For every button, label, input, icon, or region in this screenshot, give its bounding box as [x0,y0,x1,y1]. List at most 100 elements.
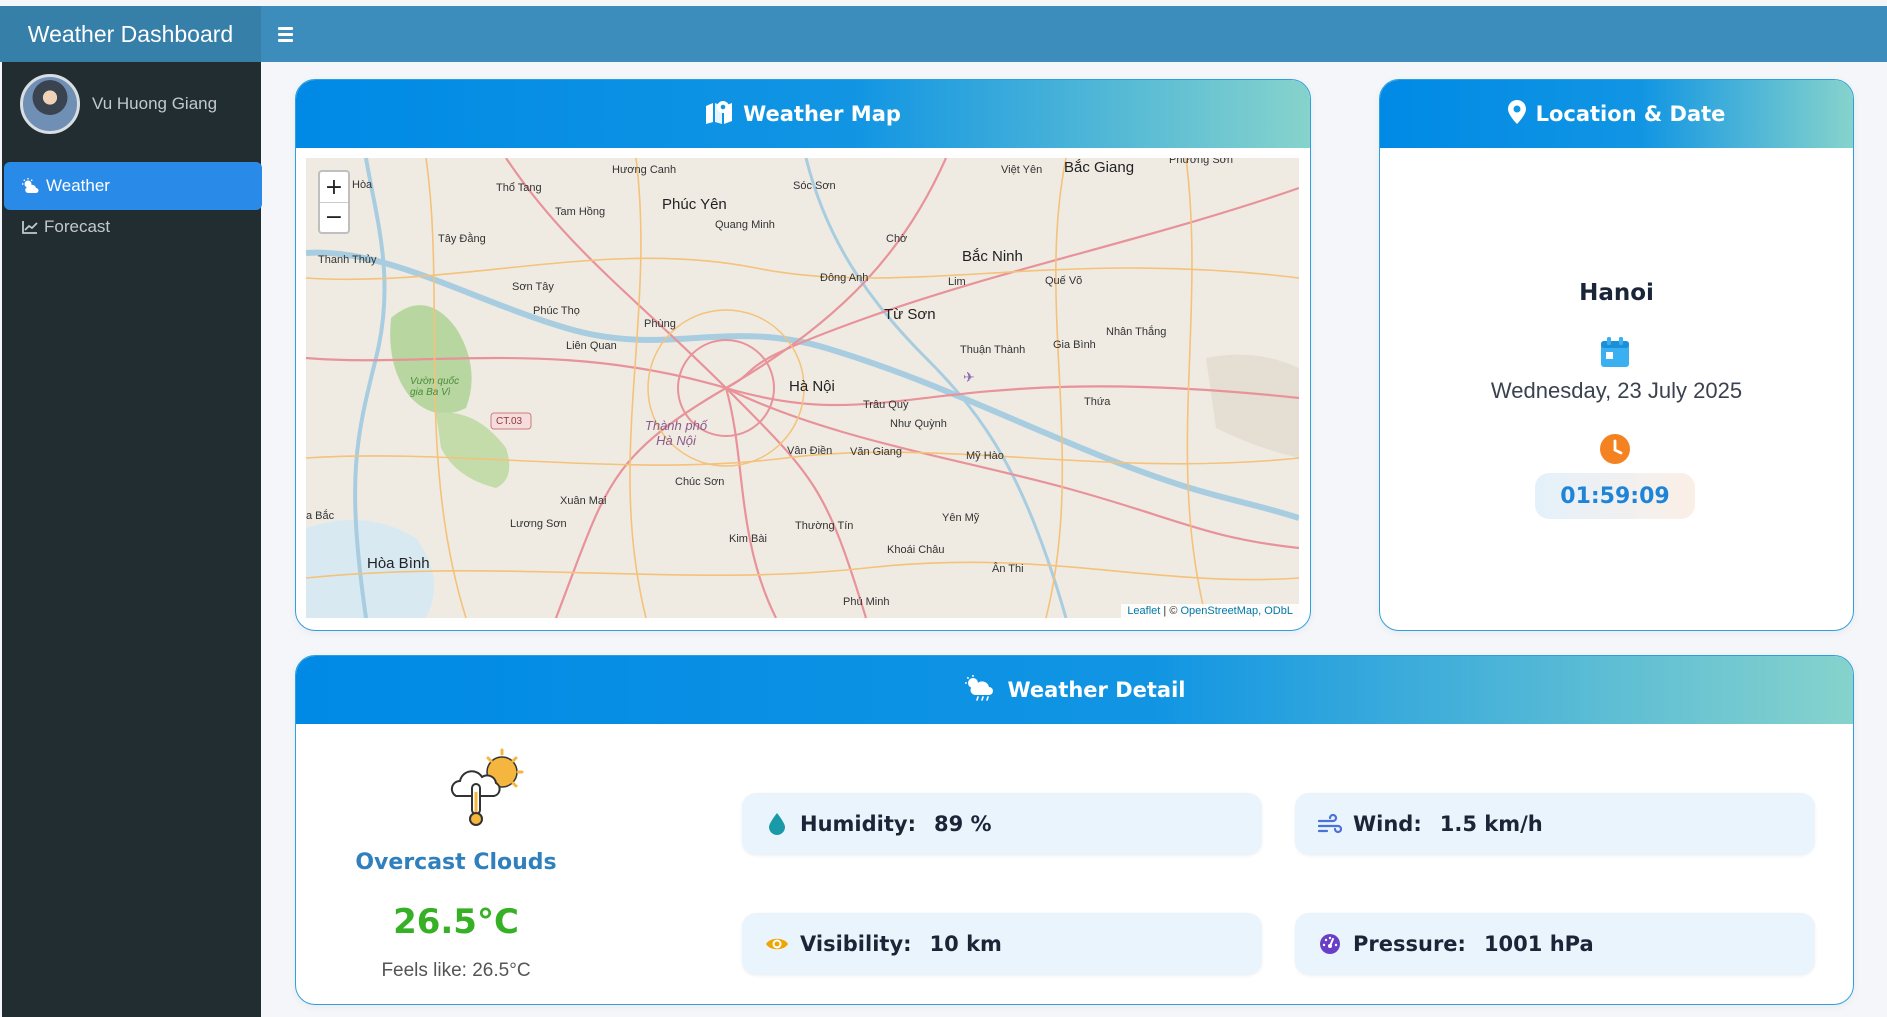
zoom-out-button[interactable]: − [320,202,348,232]
sidebar: Vu Huong Giang ‹ Weather Forecast [2,62,262,1017]
sidebar-item-forecast[interactable]: Forecast [4,203,262,251]
map-place-label: Liên Quan [566,340,617,352]
weather-map-title: Weather Map [743,102,901,126]
map-place-label: Sóc Sơn [793,180,836,192]
map-place-label: Hương Canh [612,164,677,176]
map-place-label: Hòa Bình [367,555,430,572]
leaflet-link[interactable]: Leaflet [1127,605,1160,617]
osm-link[interactable]: OpenStreetMap, ODbL [1180,605,1293,617]
weather-detail-title: Weather Detail [1007,678,1186,702]
map-place-label: Chúc Sơn [675,476,725,488]
humidity-label: Humidity: [800,812,916,836]
pressure-value: 1001 hPa [1483,932,1594,956]
map-place-label: Chờ [886,233,908,245]
map-place-label: Trâu Quỳ [863,399,909,411]
map-place-label: Thành phố Hà Nội [644,418,708,448]
feels-like: Feels like: 26.5°C [381,960,531,981]
map-place-label: a Bắc [306,510,335,522]
map-place-label: Mỹ Hào [966,450,1004,462]
gauge-icon [1317,931,1343,957]
weather-map-card: Weather Map Hương Canh Sóc Sơn Việt Yên … [295,79,1311,631]
wind-stat: Wind: 1.5 km/h [1295,793,1815,855]
map-place-label: Bắc Giang [1064,159,1135,176]
map-place-label: Thanh Thủy [318,254,377,266]
map-place-label: CT.03 [496,416,523,427]
sidebar-item-label: Forecast [44,217,111,236]
map-place-label: Đông Anh [820,272,869,284]
sidebar-item-label: Weather [46,176,110,195]
map-place-label: Quế Võ [1045,275,1083,287]
attribution-separator: | © [1160,605,1181,617]
visibility-stat: Visibility: 10 km [742,913,1262,975]
map-place-label: Thổ Tang [496,182,542,194]
wind-label: Wind: [1353,812,1422,836]
weather-detail-card: Weather Detail Overcast Clouds 26.5°C Fe… [295,655,1854,1005]
map-place-label: Việt Yên [1001,164,1043,176]
map-place-label: Lương Sơn [510,518,567,530]
chart-line-icon [22,220,38,234]
map-place-label: Kim Bài [729,533,767,545]
map-place-label: Phú Minh [843,596,890,608]
wind-value: 1.5 km/h [1439,812,1543,836]
map-place-label: Ân Thi [992,563,1024,575]
map-place-label: Như Quỳnh [890,418,947,430]
map-icon [705,100,733,129]
map-place-label: Thường Tín [795,520,854,532]
app-root: Weather Dashboard Vu Huong Giang ‹ Weath… [0,0,1887,1017]
map-place-label: Tam Hồng [555,206,606,218]
weather-detail-header: Weather Detail [296,656,1853,724]
map-place-label: Vân Điền [787,445,833,457]
wind-icon [1317,811,1343,837]
map-place-label: Phương Sơn [1169,158,1233,166]
visibility-value: 10 km [929,932,1002,956]
map-place-label: Bắc Ninh [962,248,1023,265]
cloud-sun-icon [22,178,40,194]
map-pin-icon [1507,99,1526,129]
droplet-icon [764,811,790,837]
temperature: 26.5°C [393,902,519,942]
clock-icon [1599,433,1631,470]
location-date-card: Location & Date Hanoi Wednesday, 23 July… [1379,79,1854,631]
map-attribution: Leaflet | © OpenStreetMap, ODbL [1121,604,1299,618]
map-place-label: Phùng [644,318,676,330]
airport-icon: ✈ [963,369,975,385]
current-time: 01:59:09 [1535,473,1695,519]
map-place-label: Vườn quốc gia Ba Vì [410,376,460,398]
map-place-label: Từ Sơn [884,306,936,323]
user-name: Vu Huong Giang [92,94,218,113]
map-place-label: Lim [948,276,966,288]
hamburger-menu-icon[interactable] [278,24,293,44]
map-zoom-control: + − [318,170,350,234]
cloud-thermometer-sun-icon [446,746,530,835]
top-navbar: Weather Dashboard [0,6,1887,62]
city-name: Hanoi [1579,280,1654,306]
map-place-label: Yên Mỹ [942,512,980,524]
map-place-label: Khoái Châu [887,544,945,556]
map-place-label: Thứa [1084,396,1111,408]
leaflet-map[interactable]: Hương Canh Sóc Sơn Việt Yên Bắc Giang Ph… [306,158,1299,618]
map-place-label: Quang Minh [715,219,775,231]
weather-detail-body: Overcast Clouds 26.5°C Feels like: 26.5°… [296,724,1853,1004]
brand-logo[interactable]: Weather Dashboard [0,6,261,62]
user-panel: Vu Huong Giang [20,74,217,134]
humidity-value: 89 % [933,812,992,836]
weather-description: Overcast Clouds [355,850,557,875]
location-body: Hanoi Wednesday, 23 July 2025 01:59:09 [1380,148,1853,610]
pressure-stat: Pressure: 1001 hPa [1295,913,1815,975]
pressure-label: Pressure: [1353,932,1466,956]
visibility-label: Visibility: [800,932,912,956]
map-place-label: Sơn Tây [512,281,554,293]
avatar [20,74,80,134]
humidity-stat: Humidity: 89 % [742,793,1262,855]
map-place-label: Phúc Thọ [533,305,580,317]
location-date-header: Location & Date [1380,80,1853,148]
map-place-label: Phúc Yên [662,196,727,213]
map-place-label: Tây Đằng [438,233,486,245]
map-place-label: Văn Giang [850,446,902,458]
weather-map-header: Weather Map [296,80,1310,148]
zoom-in-button[interactable]: + [320,172,348,202]
eye-icon [764,931,790,957]
map-place-label: Hà Nội [789,378,835,395]
location-date-title: Location & Date [1535,102,1726,126]
calendar-icon [1598,335,1632,374]
